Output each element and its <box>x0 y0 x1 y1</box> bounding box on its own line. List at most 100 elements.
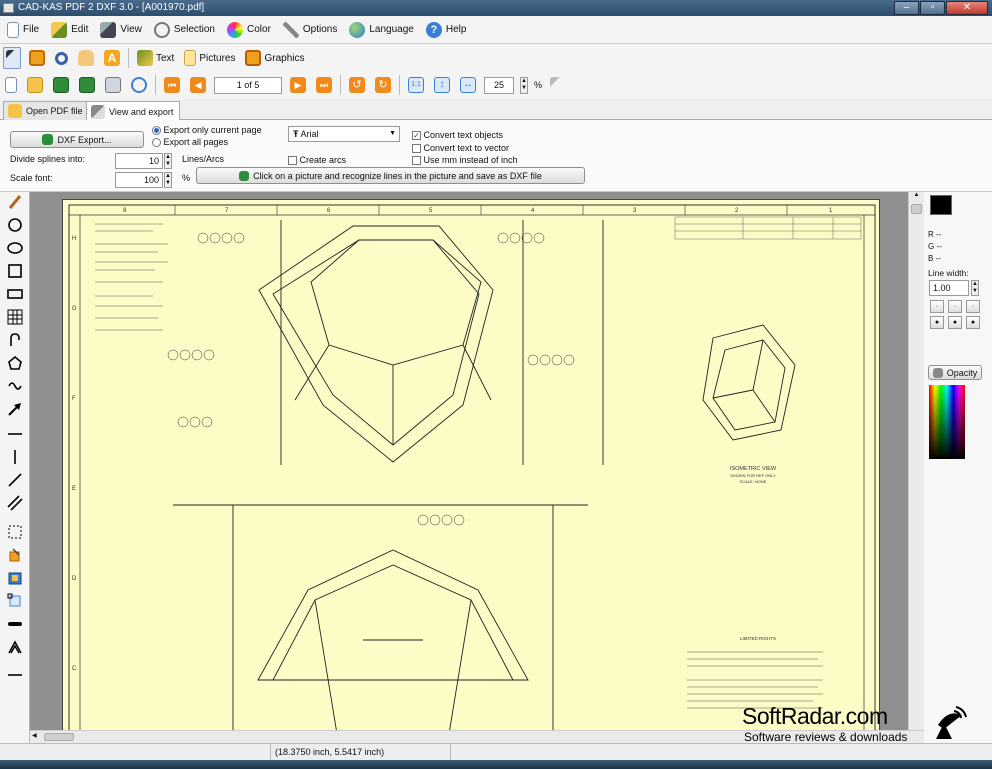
page-number-field[interactable]: 1 of 5 <box>214 76 282 94</box>
pointer-button[interactable] <box>548 74 564 96</box>
export-all-radio[interactable]: Export all pages <box>152 137 228 148</box>
tab-open-pdf[interactable]: Open PDF file <box>3 101 90 120</box>
line-style-bullet-3[interactable]: ● <box>966 316 980 329</box>
zoom-tool-button[interactable] <box>53 47 70 69</box>
fill-tool[interactable] <box>5 545 25 565</box>
close-button[interactable]: ✕ <box>946 1 988 15</box>
line-width-spinner[interactable]: ▲ ▼ <box>971 280 979 296</box>
line-style-bullet-2[interactable]: ● <box>948 316 962 329</box>
scale-font-spinner[interactable]: ▲ ▼ <box>164 172 172 188</box>
diagonal-line-tool[interactable] <box>5 470 25 490</box>
dxf-export-button[interactable]: DXF Export... <box>10 131 144 148</box>
maximize-button[interactable]: ▫ <box>920 1 945 15</box>
save-icon <box>42 134 54 145</box>
rectangle-draw-tool[interactable] <box>5 284 25 304</box>
open-button[interactable] <box>25 74 45 96</box>
zoom-field[interactable]: 25 <box>484 76 514 94</box>
curve-tool[interactable] <box>5 376 25 396</box>
gradient-fill-tool[interactable] <box>5 568 25 588</box>
menu-language[interactable]: Language <box>346 19 417 41</box>
last-page-button[interactable]: ⏭ <box>314 74 334 96</box>
underline-tool[interactable] <box>5 663 25 683</box>
pictures-toggle-button[interactable]: Pictures <box>182 47 237 69</box>
prev-page-button[interactable]: ◀ <box>188 74 208 96</box>
divide-splines-field[interactable]: 10 <box>115 153 163 169</box>
horizontal-scroll-thumb[interactable] <box>44 733 74 741</box>
primary-color-swatch[interactable] <box>930 195 952 215</box>
opacity-button[interactable]: Opacity <box>928 365 982 380</box>
menu-edit[interactable]: Edit <box>48 19 91 41</box>
column-number-3: 3 <box>633 208 637 214</box>
menu-help[interactable]: ? Help <box>423 19 470 41</box>
save-button[interactable] <box>51 74 71 96</box>
rectangle-tool-button[interactable] <box>27 47 47 69</box>
line-width-field[interactable]: 1.00 <box>929 280 969 296</box>
export-current-radio[interactable]: Export only current page <box>152 125 262 136</box>
tab-view-export[interactable]: View and export <box>86 101 181 121</box>
recognize-picture-button[interactable]: Click on a picture and recognize lines i… <box>196 167 585 184</box>
new-button[interactable] <box>3 74 19 96</box>
vertical-line-tool[interactable] <box>5 447 25 467</box>
color-picker-spectrum[interactable] <box>929 385 965 459</box>
ellipse-tool[interactable] <box>5 238 25 258</box>
print-button[interactable] <box>103 74 123 96</box>
first-page-button[interactable]: ⏮ <box>162 74 182 96</box>
arrow-tool[interactable] <box>5 399 25 419</box>
scroll-thumb[interactable] <box>911 204 922 214</box>
minimize-button[interactable]: – <box>894 1 919 15</box>
line-style-bullet-1[interactable]: ● <box>930 316 944 329</box>
rotate-left-button[interactable]: ↺ <box>347 74 367 96</box>
scroll-left-button[interactable]: ◀ <box>32 732 37 739</box>
crop-tool[interactable] <box>5 591 25 611</box>
polygon-tool[interactable] <box>5 353 25 373</box>
menu-color[interactable]: Color <box>224 19 274 41</box>
tab-bar: Open PDF file View and export <box>0 99 992 121</box>
brush-icon <box>91 104 105 119</box>
line-style-dot-small[interactable]: · <box>930 300 944 313</box>
menu-file[interactable]: File <box>4 19 42 41</box>
rotate-right-button[interactable]: ↻ <box>373 74 393 96</box>
column-number-1: 1 <box>829 208 833 214</box>
line-style-dot-medium[interactable]: · <box>948 300 962 313</box>
horizontal-line-tool[interactable] <box>5 424 25 444</box>
lasso-button[interactable] <box>129 74 149 96</box>
convert-text-vector-checkbox[interactable]: Convert text to vector <box>412 143 509 154</box>
square-tool[interactable] <box>5 261 25 281</box>
brush-tool[interactable] <box>5 192 25 212</box>
vertical-scrollbar[interactable]: ▲ <box>908 192 924 730</box>
pan-tool-button[interactable] <box>76 47 96 69</box>
fit-width-button[interactable]: ↔ <box>458 74 478 96</box>
menu-options[interactable]: Options <box>280 19 340 41</box>
menu-view[interactable]: View <box>97 19 145 41</box>
scale-font-field[interactable]: 100 <box>115 172 163 188</box>
zoom-spinner[interactable]: ▲ ▼ <box>520 76 528 94</box>
menu-selection[interactable]: Selection <box>151 19 218 41</box>
divide-splines-spinner[interactable]: ▲ ▼ <box>164 153 172 169</box>
select-tool-button[interactable] <box>3 47 21 69</box>
document-canvas[interactable]: 8 7 6 5 4 3 2 1 H G F E D C ISOMETRIC VI… <box>30 192 908 730</box>
circle-tool[interactable] <box>5 215 25 235</box>
zoom-actual-button[interactable]: 1:1 <box>406 74 426 96</box>
arc-tool[interactable] <box>5 330 25 350</box>
convert-text-objects-checkbox[interactable]: ✓ Convert text objects <box>412 130 503 141</box>
table-tool[interactable] <box>5 307 25 327</box>
line-style-dot-large[interactable]: · <box>966 300 980 313</box>
use-mm-checkbox[interactable]: Use mm instead of inch <box>412 155 518 166</box>
thick-line-tool[interactable] <box>5 614 25 634</box>
drawing-sheet[interactable]: 8 7 6 5 4 3 2 1 H G F E D C ISOMETRIC VI… <box>62 199 880 730</box>
create-arcs-checkbox[interactable]: Create arcs <box>288 155 346 166</box>
text-toggle-button[interactable]: Text <box>135 47 176 69</box>
limited-rights-title: LIMITED RIGHTS <box>740 636 776 641</box>
graphics-toggle-button[interactable]: Graphics <box>243 47 306 69</box>
save-as-button[interactable] <box>77 74 97 96</box>
next-page-button[interactable]: ▶ <box>288 74 308 96</box>
scroll-up-button[interactable]: ▲ <box>909 192 924 204</box>
font-select[interactable]: Ŧ Arial ▼ <box>288 126 400 142</box>
thick-line-icon <box>8 622 22 626</box>
fit-height-button[interactable]: ↕ <box>432 74 452 96</box>
double-line-tool[interactable] <box>5 493 25 513</box>
select-area-tool[interactable] <box>5 522 25 542</box>
app-icon <box>3 3 14 13</box>
text-insert-tool-button[interactable]: A <box>102 47 122 69</box>
chevron-tool[interactable] <box>5 637 25 657</box>
